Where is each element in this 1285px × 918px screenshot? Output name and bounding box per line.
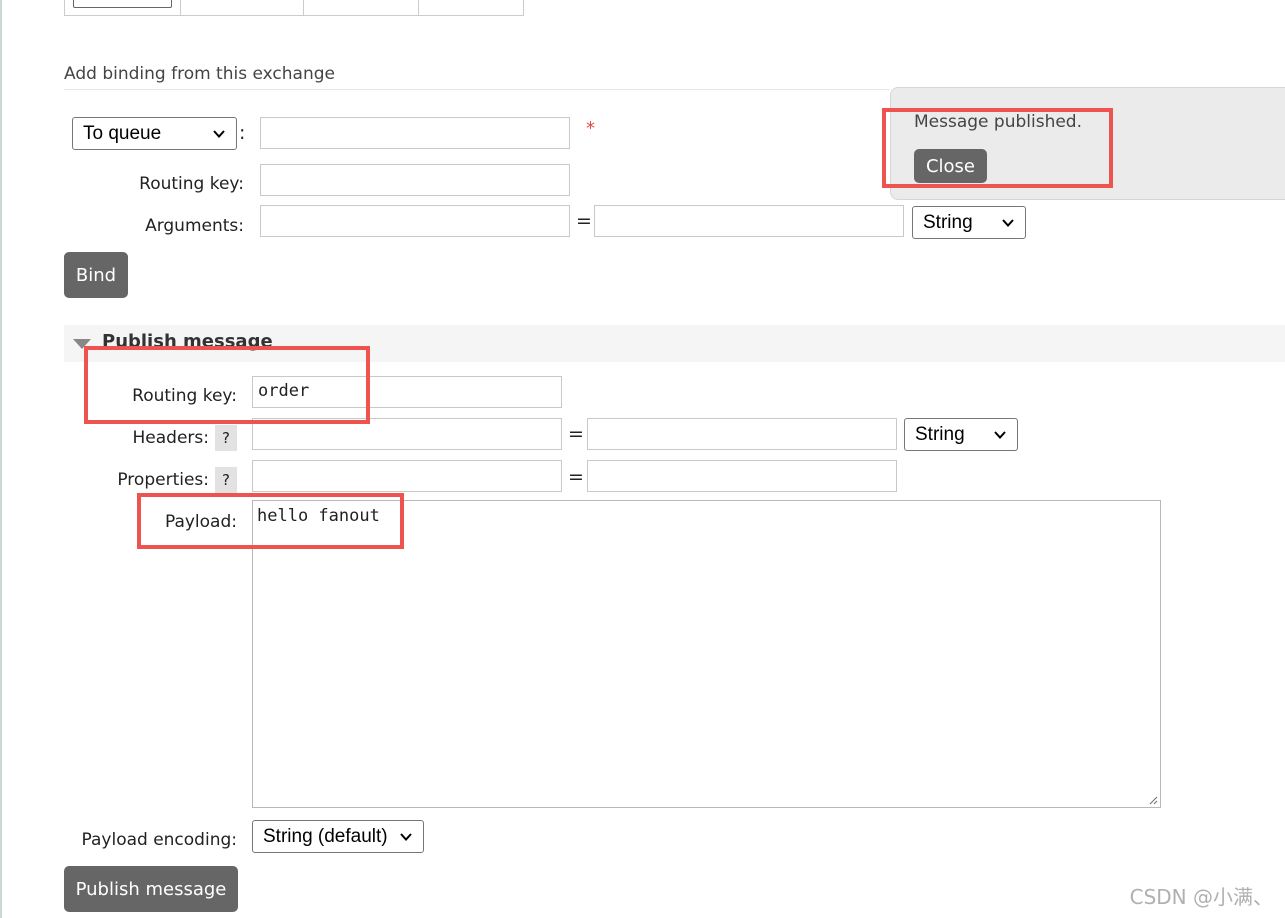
binding-destination-value: To queue bbox=[83, 122, 162, 144]
property-value-input[interactable] bbox=[587, 460, 897, 492]
property-key-input[interactable] bbox=[252, 460, 562, 492]
add-binding-title: Add binding from this exchange bbox=[64, 64, 335, 84]
properties-label: Properties: bbox=[117, 470, 209, 490]
bind-button[interactable]: Bind bbox=[64, 252, 128, 298]
binding-arguments-label: Arguments: bbox=[145, 216, 244, 236]
section-divider bbox=[64, 89, 890, 90]
resize-grip-icon[interactable] bbox=[1146, 793, 1158, 805]
chevron-down-icon bbox=[994, 430, 1006, 439]
payload-encoding-value: String (default) bbox=[263, 825, 388, 847]
highlight-box-payload bbox=[137, 493, 404, 549]
chevron-down-icon bbox=[400, 832, 412, 841]
payload-encoding-label: Payload encoding: bbox=[81, 830, 238, 850]
binding-argument-type-value: String bbox=[923, 211, 973, 233]
binding-argument-type-select[interactable]: String bbox=[912, 206, 1026, 239]
payload-encoding-select[interactable]: String (default) bbox=[252, 820, 424, 853]
binding-destination-select[interactable]: To queue bbox=[72, 117, 237, 150]
watermark: CSDN @小满、 bbox=[1129, 885, 1273, 909]
required-mark: * bbox=[586, 118, 595, 139]
table-column-divider bbox=[180, 0, 181, 16]
highlight-box-toast bbox=[882, 108, 1113, 188]
destination-colon: : bbox=[239, 122, 246, 144]
header-type-select[interactable]: String bbox=[904, 418, 1018, 451]
table-column-divider bbox=[418, 0, 419, 16]
binding-argument-value-input[interactable] bbox=[594, 205, 904, 237]
property-equals: = bbox=[568, 466, 584, 488]
binding-routing-key-input[interactable] bbox=[260, 164, 570, 196]
table-column-divider bbox=[303, 0, 304, 16]
binding-destination-input[interactable] bbox=[260, 117, 570, 149]
headers-help-icon[interactable]: ? bbox=[215, 425, 237, 451]
chevron-down-icon bbox=[213, 129, 225, 138]
table-button-remnant[interactable] bbox=[73, 0, 172, 8]
publish-message-button[interactable]: Publish message bbox=[64, 866, 238, 912]
properties-help-icon[interactable]: ? bbox=[215, 467, 237, 493]
chevron-down-icon bbox=[1002, 218, 1014, 227]
header-type-value: String bbox=[915, 423, 965, 445]
headers-label: Headers: bbox=[132, 428, 209, 448]
binding-argument-equals: = bbox=[576, 210, 592, 232]
binding-routing-key-label: Routing key: bbox=[139, 174, 244, 194]
binding-argument-key-input[interactable] bbox=[260, 205, 570, 237]
header-equals: = bbox=[568, 423, 584, 445]
left-border bbox=[0, 0, 2, 918]
highlight-box-routing-key bbox=[84, 346, 370, 424]
header-value-input[interactable] bbox=[587, 418, 897, 450]
